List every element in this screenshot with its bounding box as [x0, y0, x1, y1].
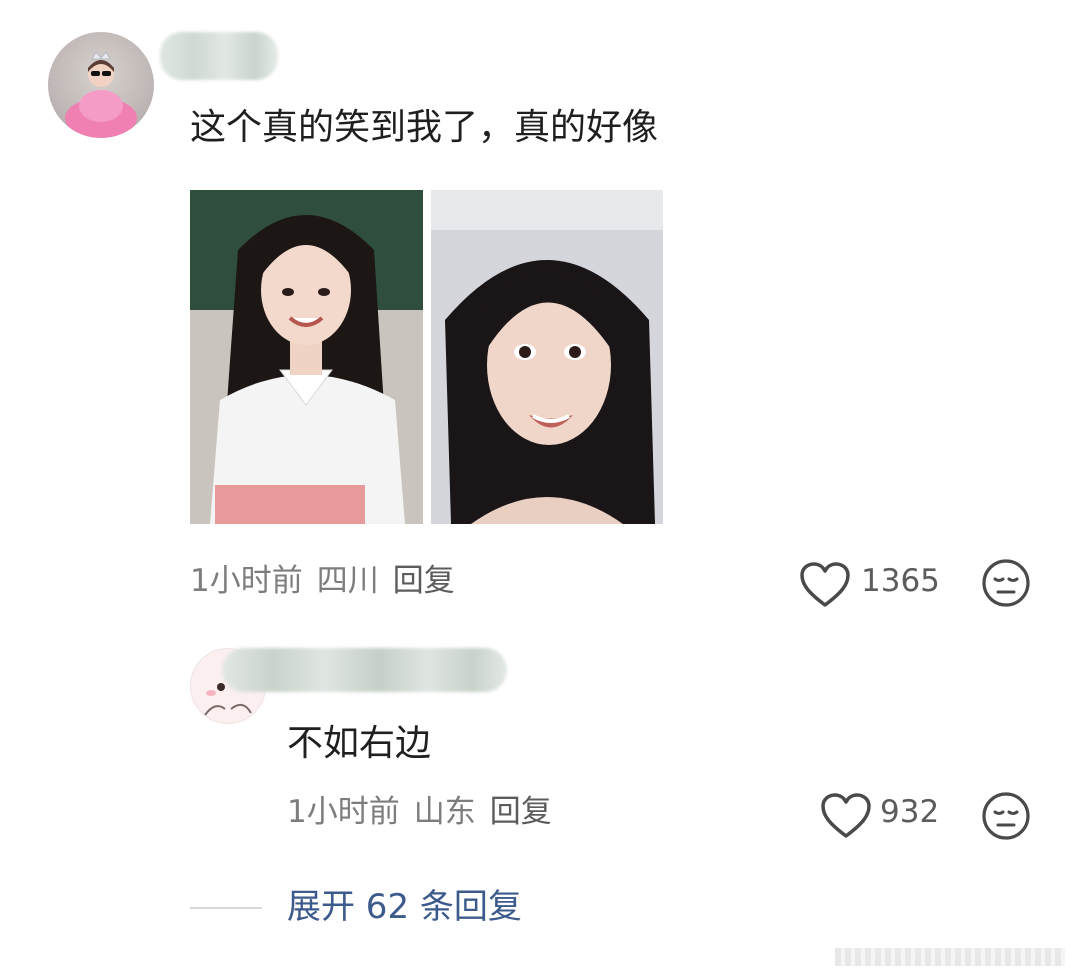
heart-icon[interactable] — [820, 792, 872, 840]
avatar-image — [65, 51, 137, 138]
commenter-username-blurred[interactable] — [160, 32, 278, 80]
dislike-face-icon[interactable] — [980, 557, 1032, 609]
comment-photo-left[interactable] — [190, 190, 423, 524]
reply-reply-button[interactable]: 回复 — [490, 794, 552, 830]
expand-replies-button[interactable]: 展开 62 条回复 — [287, 890, 522, 924]
watermark — [835, 948, 1065, 966]
comment-location: 四川 — [316, 563, 379, 599]
reply-meta: 1小时前 山东 回复 — [287, 797, 566, 828]
reply-username-blurred[interactable] — [222, 648, 507, 692]
expand-divider — [190, 907, 262, 909]
reply-time: 1小时前 — [287, 794, 400, 830]
reply-like-count: 932 — [880, 794, 940, 830]
reply-button[interactable]: 回复 — [393, 563, 455, 599]
reply-text: 不如右边 — [287, 723, 432, 764]
comment-meta: 1小时前 四川 回复 — [190, 566, 469, 597]
comment-text: 这个真的笑到我了，真的好像 — [190, 107, 659, 148]
heart-icon[interactable] — [799, 561, 851, 609]
reply-location: 山东 — [413, 794, 476, 830]
dislike-face-icon[interactable] — [980, 790, 1032, 842]
comment-photo-right[interactable] — [431, 190, 663, 524]
commenter-avatar[interactable] — [48, 32, 154, 138]
like-count: 1365 — [861, 563, 940, 599]
comment-time: 1小时前 — [190, 563, 303, 599]
